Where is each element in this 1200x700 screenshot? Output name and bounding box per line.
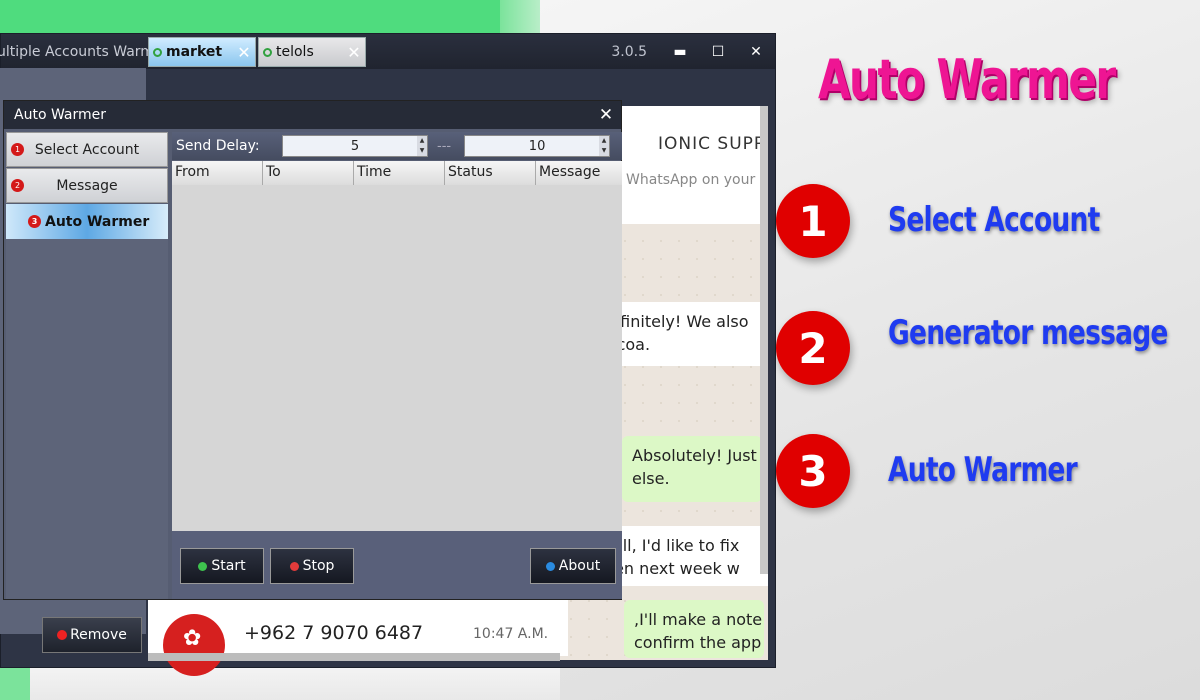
remove-label: Remove xyxy=(70,627,127,643)
delay-max-value: 10 xyxy=(528,139,546,154)
background-green-band xyxy=(0,0,520,35)
dialog-button-bar: Start Stop About xyxy=(172,531,622,599)
delay-min-value: 5 xyxy=(350,139,360,154)
nav-auto-warmer[interactable]: 3 Auto Warmer xyxy=(6,204,168,239)
tab-market[interactable]: market ✕ xyxy=(148,37,256,67)
about-button[interactable]: About xyxy=(530,548,616,584)
dialog-close-icon[interactable]: ✕ xyxy=(591,105,621,125)
close-icon[interactable]: ✕ xyxy=(737,44,775,60)
remove-button[interactable]: Remove xyxy=(42,617,142,653)
tab-telols[interactable]: telols ✕ xyxy=(258,37,366,67)
chat-scrollbar[interactable] xyxy=(760,106,768,574)
version-label: 3.0.5 xyxy=(611,43,647,60)
background-green-corner xyxy=(0,666,30,700)
step-badge: 2 xyxy=(11,179,24,192)
column-header-message[interactable]: Message xyxy=(536,161,622,185)
online-status-icon xyxy=(153,47,162,57)
auto-warmer-dialog: Auto Warmer ✕ 1 Select Account 2 Message… xyxy=(3,100,622,600)
step-label-1: Select Account xyxy=(888,200,1100,240)
tab-close-icon[interactable]: ✕ xyxy=(343,43,365,62)
step-badge: 3 xyxy=(28,215,41,228)
step-number-2: 2 xyxy=(776,311,850,385)
stop-icon xyxy=(289,561,299,571)
step-badge: 1 xyxy=(11,143,24,156)
info-icon xyxy=(545,561,555,571)
log-table-header: From To Time Status Message xyxy=(172,161,622,185)
step-number-1: 1 xyxy=(776,184,850,258)
delay-min-stepper[interactable]: 5 ▲ ▼ xyxy=(282,135,428,157)
contact-number: +962 7 9070 6487 xyxy=(244,622,424,644)
title-bar: ultiple Accounts Warm Pro 3.0.5 ▬ ☐ ✕ xyxy=(0,34,775,69)
column-header-to[interactable]: To xyxy=(263,161,354,185)
tab-close-icon[interactable]: ✕ xyxy=(233,43,255,62)
start-button[interactable]: Start xyxy=(180,548,264,584)
avatar xyxy=(163,614,225,676)
send-delay-label: Send Delay: xyxy=(176,138,260,154)
promo-headline: Auto Warmer xyxy=(818,48,1116,111)
delay-separator: --- xyxy=(437,138,452,154)
tab-label: telols xyxy=(276,44,314,60)
nav-label: Auto Warmer xyxy=(45,213,150,230)
chat-subtitle: WhatsApp on your xyxy=(626,172,756,188)
delay-max-stepper[interactable]: 10 ▲ ▼ xyxy=(464,135,611,157)
dialog-title-bar: Auto Warmer ✕ xyxy=(4,101,621,129)
horizontal-scrollbar[interactable] xyxy=(148,653,560,661)
dialog-title: Auto Warmer xyxy=(14,107,106,123)
send-delay-row: Send Delay: 5 ▲ ▼ --- 10 ▲ ▼ xyxy=(172,132,622,160)
account-tabs: market ✕ telols ✕ xyxy=(148,37,368,67)
chat-header xyxy=(618,106,768,224)
minimize-icon[interactable]: ▬ xyxy=(661,44,699,60)
online-status-icon xyxy=(263,47,272,57)
step-label-3: Auto Warmer xyxy=(888,450,1078,490)
play-icon xyxy=(198,561,208,571)
contact-row[interactable]: +962 7 9070 6487 10:47 A.M. xyxy=(148,600,568,676)
nav-label: Message xyxy=(56,177,118,194)
stop-label: Stop xyxy=(302,558,335,574)
stop-button[interactable]: Stop xyxy=(270,548,354,584)
step-number-3: 3 xyxy=(776,434,850,508)
start-label: Start xyxy=(211,558,246,574)
about-label: About xyxy=(558,558,601,574)
nav-label: Select Account xyxy=(34,141,140,158)
log-table-body xyxy=(172,185,622,531)
background-bottom xyxy=(0,668,560,700)
maximize-icon[interactable]: ☐ xyxy=(699,44,737,60)
contact-time: 10:47 A.M. xyxy=(473,626,549,642)
dialog-nav: 1 Select Account 2 Message 3 Auto Warmer xyxy=(6,132,168,240)
column-header-from[interactable]: From xyxy=(172,161,263,185)
chat-message: Absolutely! Just else. xyxy=(622,436,762,502)
stepper-arrows-icon[interactable]: ▲ ▼ xyxy=(417,136,427,156)
nav-message[interactable]: 2 Message xyxy=(6,168,168,203)
column-header-time[interactable]: Time xyxy=(354,161,445,185)
stepper-arrows-icon[interactable]: ▲ ▼ xyxy=(599,136,610,156)
chat-contact-name: IONIC SUPP xyxy=(658,134,766,154)
step-label-2: Generator message xyxy=(888,313,1168,353)
nav-select-account[interactable]: 1 Select Account xyxy=(6,132,168,167)
nav-empty-area xyxy=(6,239,168,599)
tab-label: market xyxy=(166,44,223,60)
remove-icon xyxy=(57,630,68,640)
column-header-status[interactable]: Status xyxy=(445,161,536,185)
chat-message: ,I'll make a note confirm the app xyxy=(624,600,764,658)
